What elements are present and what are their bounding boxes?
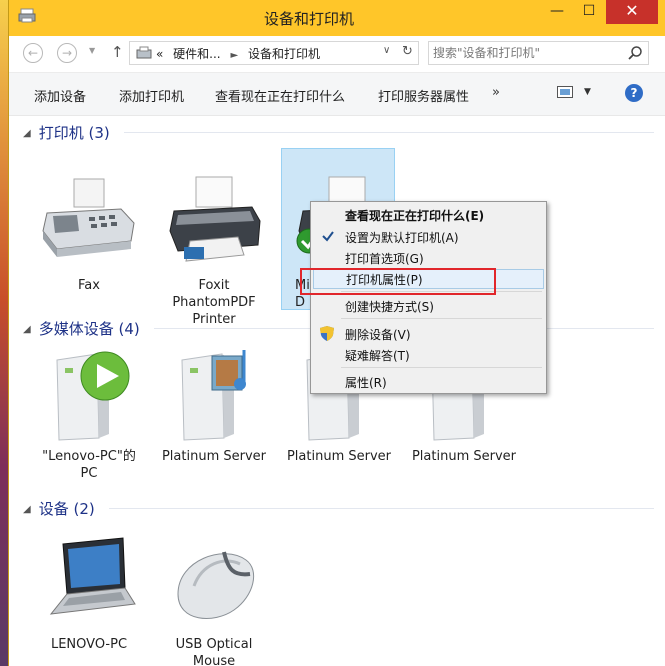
address-dropdown-icon[interactable]: ∨ (383, 45, 390, 56)
content-pane: ◢ 打印机 (3) Fax Foxit PhantomPDF Printer M… (9, 116, 665, 666)
more-commands-button[interactable]: » (492, 85, 500, 100)
window-title: 设备和打印机 (263, 10, 354, 28)
mouse-icon (177, 551, 255, 619)
forward-button[interactable]: → (57, 43, 77, 63)
laptop-icon (49, 537, 136, 615)
menu-item-set-default[interactable]: 设置为默认打印机(A) (313, 227, 544, 247)
fax-icon (42, 178, 135, 257)
breadcrumb-separator-icon[interactable]: ► (230, 50, 238, 61)
view-dropdown-icon[interactable]: ▼ (584, 87, 591, 97)
menu-item-properties[interactable]: 属性(R) (313, 372, 544, 392)
breadcrumb-prefix[interactable]: « (156, 47, 163, 61)
device-fax[interactable]: Fax (35, 171, 143, 294)
device-label: Fax (78, 278, 100, 293)
recent-locations-icon[interactable]: ▼ (89, 46, 95, 55)
add-printer-button[interactable]: 添加打印机 (119, 86, 184, 105)
device-lenovo-media-pc[interactable]: "Lenovo-PC"的 PC (35, 342, 143, 482)
see-whats-printing-button[interactable]: 查看现在正在打印什么 (215, 86, 345, 105)
add-device-button[interactable]: 添加设备 (34, 86, 86, 105)
device-platinum-server-1[interactable]: Platinum Server (160, 342, 268, 465)
group-divider (124, 132, 654, 133)
context-menu: 查看现在正在打印什么(E) 设置为默认打印机(A) 打印首选项(G) 打印机属性… (310, 201, 547, 394)
group-divider (109, 508, 654, 509)
annotation-highlight-box (300, 268, 496, 295)
location-icon (136, 46, 152, 59)
media-pc-icon (56, 351, 130, 441)
device-lenovo-pc[interactable]: LENOVO-PC (35, 530, 143, 653)
back-button[interactable]: ← (23, 43, 43, 63)
checkmark-icon (322, 231, 334, 242)
group-header-printers[interactable]: ◢ 打印机 (3) (23, 122, 110, 143)
print-server-properties-button[interactable]: 打印服务器属性 (378, 86, 469, 105)
breadcrumb-hardware[interactable]: 硬件和... (173, 47, 220, 61)
printer-icon (169, 176, 261, 262)
search-input[interactable] (433, 44, 623, 62)
device-label: Platinum Server (286, 449, 392, 464)
device-label: LENOVO-PC (50, 637, 128, 652)
title-bar: 设备和打印机 — ☐ ✕ (9, 0, 665, 36)
collapse-icon[interactable]: ◢ (23, 504, 31, 515)
menu-item-printing-preferences[interactable]: 打印首选项(G) (313, 248, 544, 268)
group-header-media[interactable]: ◢ 多媒体设备 (4) (23, 318, 140, 339)
collapse-icon[interactable]: ◢ (23, 128, 31, 139)
menu-item-remove-device[interactable]: 删除设备(V) (313, 324, 544, 344)
menu-separator (341, 367, 542, 368)
address-bar[interactable]: « 硬件和... ► 设备和打印机 ∨ ↻ (129, 41, 419, 65)
device-usb-mouse[interactable]: USB Optical Mouse (160, 530, 268, 666)
search-box[interactable] (428, 41, 649, 65)
maximize-button[interactable]: ☐ (574, 0, 604, 24)
device-label: Platinum Server (161, 449, 267, 464)
device-label: "Lenovo-PC"的 PC (42, 449, 136, 481)
shield-icon (320, 326, 334, 341)
navigation-bar: ← → ▼ ↑ « 硬件和... ► 设备和打印机 ∨ ↻ (9, 36, 665, 72)
menu-separator (341, 318, 542, 319)
breadcrumb-devices-printers[interactable]: 设备和打印机 (248, 47, 320, 61)
media-server-icon (181, 350, 246, 441)
help-icon[interactable]: ? (625, 84, 643, 102)
up-button[interactable]: ↑ (111, 43, 124, 61)
close-button[interactable]: ✕ (606, 0, 658, 24)
device-label: USB Optical Mouse (175, 637, 253, 666)
explorer-window: 设备和打印机 — ☐ ✕ ← → ▼ ↑ « 硬件和... ► 设备和打印机 ∨… (8, 0, 665, 666)
menu-item-troubleshoot[interactable]: 疑难解答(T) (313, 345, 544, 365)
menu-item-create-shortcut[interactable]: 创建快捷方式(S) (313, 296, 544, 316)
collapse-icon[interactable]: ◢ (23, 324, 31, 335)
command-bar: 添加设备 添加打印机 查看现在正在打印什么 打印服务器属性 » ▼ ? (9, 72, 665, 116)
search-icon[interactable] (627, 45, 643, 61)
device-label: Foxit PhantomPDF Printer (172, 278, 256, 327)
minimize-button[interactable]: — (542, 0, 572, 24)
device-label: Platinum Server (411, 449, 517, 464)
menu-item-see-whats-printing[interactable]: 查看现在正在打印什么(E) (313, 205, 544, 225)
refresh-icon[interactable]: ↻ (402, 44, 413, 59)
device-foxit-printer[interactable]: Foxit PhantomPDF Printer (160, 171, 268, 328)
change-view-icon[interactable] (557, 86, 573, 98)
group-header-devices[interactable]: ◢ 设备 (2) (23, 498, 95, 519)
